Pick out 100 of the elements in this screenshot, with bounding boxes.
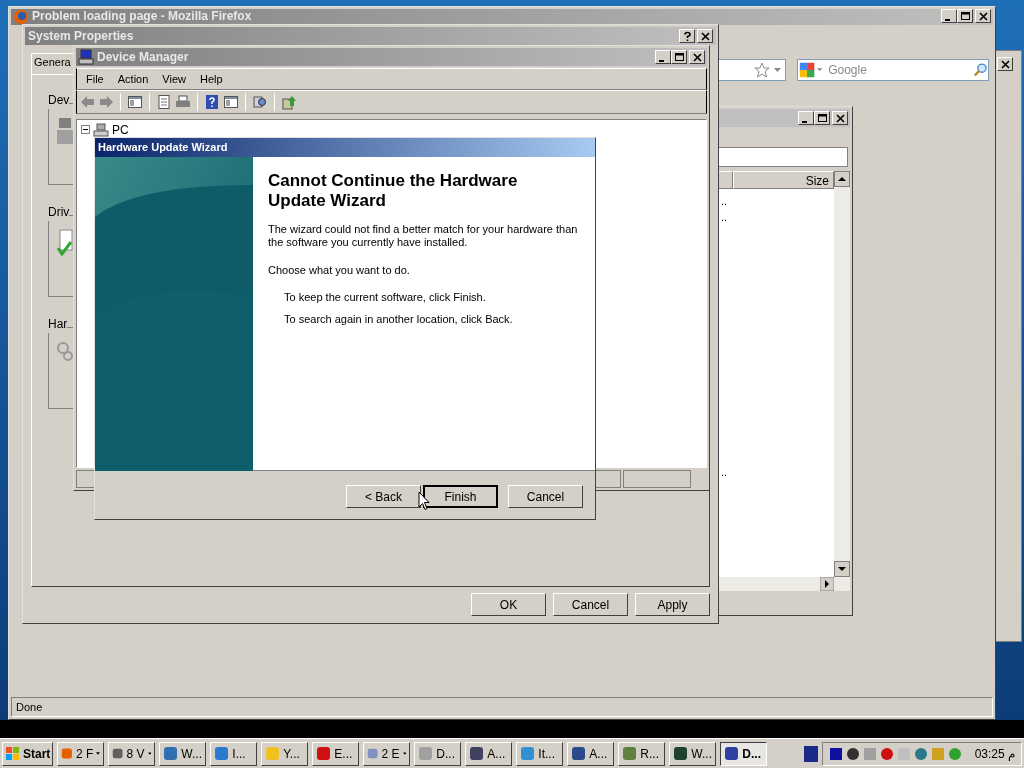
menu-item[interactable]: View bbox=[155, 70, 193, 88]
window-title: System Properties bbox=[28, 28, 135, 45]
close-icon bbox=[699, 30, 711, 42]
app-icon bbox=[214, 746, 230, 761]
taskbar-button[interactable]: I... bbox=[210, 741, 258, 766]
menu-item[interactable]: Action bbox=[110, 70, 156, 88]
column-header[interactable]: Size bbox=[733, 171, 834, 189]
taskbar-button[interactable]: R... bbox=[618, 741, 666, 766]
search-field[interactable]: Google bbox=[797, 59, 989, 81]
search-icon[interactable] bbox=[971, 61, 988, 79]
tree-item[interactable]: PC bbox=[112, 120, 129, 139]
minimize-button[interactable] bbox=[941, 9, 957, 23]
taskbar-button[interactable]: D... bbox=[414, 741, 462, 766]
maximize-button[interactable] bbox=[814, 111, 830, 125]
scroll-down-icon[interactable] bbox=[834, 561, 850, 577]
window-pane-icon[interactable] bbox=[223, 93, 239, 110]
app-icon bbox=[61, 746, 74, 761]
taskbar-button[interactable]: E... bbox=[312, 741, 360, 766]
tray-icon[interactable] bbox=[880, 746, 894, 761]
taskbar-button[interactable]: A... bbox=[465, 741, 513, 766]
minimize-button[interactable] bbox=[798, 111, 814, 125]
wizard-message: The wizard could not find a better match for your hardware than the software you currently have installed. bbox=[268, 223, 579, 249]
menu-item[interactable]: File bbox=[79, 70, 111, 88]
taskbar-button[interactable]: W... bbox=[669, 741, 717, 766]
dialog-button[interactable]: Apply bbox=[635, 593, 710, 616]
scroll-up-icon[interactable] bbox=[834, 171, 850, 187]
wizard-button[interactable]: Cancel bbox=[508, 485, 583, 508]
taskbar-button[interactable]: Y... bbox=[261, 741, 309, 766]
taskbar-button[interactable]: 8 V bbox=[108, 741, 156, 766]
close-icon bbox=[691, 51, 703, 63]
maximize-icon bbox=[959, 10, 971, 22]
app-icon bbox=[418, 746, 434, 761]
wizard-heading: Cannot Continue the Hardware Update Wizard bbox=[268, 171, 519, 211]
app-icon bbox=[265, 746, 281, 761]
taskbar-button[interactable]: A... bbox=[567, 741, 615, 766]
wizard-button[interactable]: < Back bbox=[346, 485, 421, 508]
taskbar-button[interactable]: It... bbox=[516, 741, 564, 766]
wizard-button[interactable]: Finish bbox=[423, 485, 498, 508]
close-button[interactable] bbox=[997, 57, 1013, 71]
dialog-button[interactable]: Cancel bbox=[553, 593, 628, 616]
app-icon bbox=[367, 746, 379, 761]
tray-icon[interactable] bbox=[846, 746, 860, 761]
app-icon bbox=[724, 746, 740, 761]
language-indicator-icon[interactable] bbox=[804, 745, 818, 762]
star-icon[interactable] bbox=[754, 62, 770, 78]
option-text: To keep the current software, click Finish. bbox=[283, 289, 487, 305]
scroll-right-icon[interactable] bbox=[820, 577, 834, 591]
taskbar-button[interactable]: D... bbox=[720, 741, 768, 766]
document-icon[interactable] bbox=[156, 93, 172, 110]
minimize-icon bbox=[659, 59, 664, 62]
taskbar-button[interactable]: W... bbox=[159, 741, 207, 766]
close-button[interactable] bbox=[689, 50, 705, 64]
maximize-button[interactable] bbox=[957, 9, 973, 23]
list-item[interactable]: .. bbox=[721, 464, 834, 480]
printer-icon[interactable] bbox=[175, 93, 191, 110]
menu-item[interactable]: Help bbox=[192, 70, 230, 88]
window-pane-icon[interactable] bbox=[127, 93, 143, 110]
start-button[interactable]: Start bbox=[2, 741, 54, 766]
status-bar bbox=[623, 470, 691, 488]
window-title: Hardware Update Wizard bbox=[98, 140, 228, 156]
app-icon bbox=[673, 746, 689, 761]
collapse-icon[interactable] bbox=[81, 125, 90, 135]
status-text: Done bbox=[16, 699, 43, 715]
app-icon bbox=[571, 746, 587, 761]
maximize-button[interactable] bbox=[671, 50, 687, 64]
windows-logo-icon bbox=[5, 745, 21, 762]
close-button[interactable] bbox=[832, 111, 848, 125]
minimize-button[interactable] bbox=[655, 50, 671, 64]
cursor-icon bbox=[418, 491, 430, 511]
list-item[interactable]: .. bbox=[721, 209, 834, 225]
window-title: Problem loading page - Mozilla Firefox bbox=[32, 9, 253, 23]
taskbar-button[interactable]: 2 F bbox=[57, 741, 105, 766]
app-icon bbox=[520, 746, 536, 761]
dialog-button[interactable]: OK bbox=[471, 593, 546, 616]
close-icon bbox=[977, 10, 989, 22]
app-icon bbox=[163, 746, 179, 761]
minimize-icon bbox=[945, 18, 950, 21]
app-icon bbox=[469, 746, 485, 761]
magnifier-icon[interactable] bbox=[252, 93, 268, 110]
wizard-prompt: Choose what you want to do. bbox=[268, 263, 411, 278]
clock: 03:25 م bbox=[974, 745, 1015, 763]
path-field[interactable] bbox=[717, 147, 848, 167]
search-input[interactable]: Google bbox=[825, 61, 972, 79]
help-button[interactable] bbox=[679, 29, 695, 43]
taskbar-button[interactable]: 2 E bbox=[363, 741, 411, 766]
tray-icon[interactable] bbox=[829, 746, 843, 761]
dropdown-arrow-icon[interactable] bbox=[774, 67, 781, 73]
close-icon bbox=[999, 58, 1011, 70]
window-title: Device Manager bbox=[97, 49, 190, 66]
help-icon[interactable] bbox=[204, 93, 220, 110]
close-icon bbox=[834, 112, 846, 124]
help-icon bbox=[681, 30, 693, 42]
close-button[interactable] bbox=[975, 9, 991, 23]
maximize-icon bbox=[816, 112, 828, 124]
close-button[interactable] bbox=[697, 29, 713, 43]
address-field[interactable] bbox=[718, 59, 786, 81]
tab[interactable]: Genera bbox=[31, 53, 74, 74]
list-item[interactable]: .. bbox=[721, 193, 834, 209]
vertical-scrollbar[interactable] bbox=[834, 171, 850, 591]
maximize-icon bbox=[673, 51, 685, 63]
